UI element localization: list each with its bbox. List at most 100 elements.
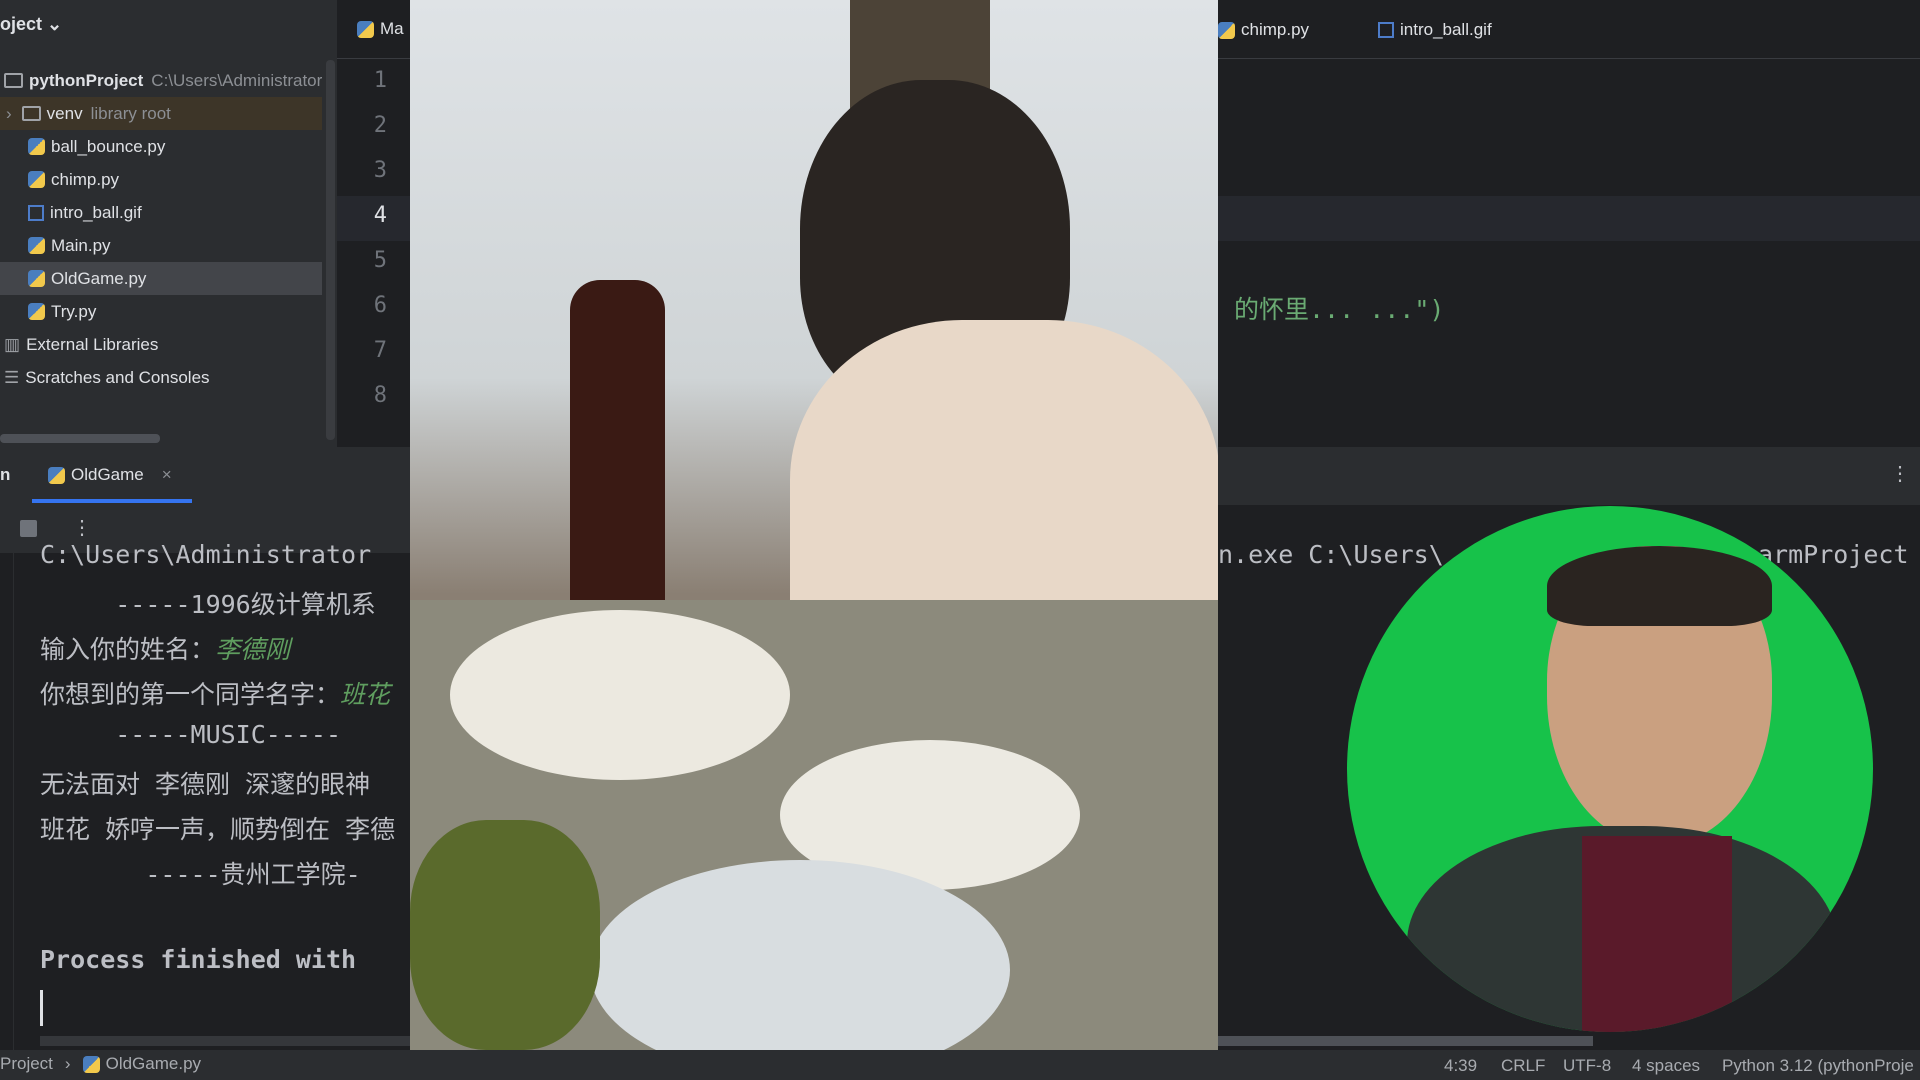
horizontal-scrollbar[interactable] — [0, 434, 160, 443]
line-number: 7 — [373, 338, 387, 363]
tab-label: OldGame — [71, 465, 144, 484]
python-file-icon — [28, 171, 45, 188]
current-line-highlight — [1218, 196, 1920, 241]
tab-intro-ball[interactable]: intro_ball.gif — [1378, 20, 1492, 40]
tree-item-main[interactable]: Main.py — [0, 229, 322, 262]
scratches-icon: ☰ — [4, 367, 20, 387]
indent-setting[interactable]: 4 spaces — [1632, 1056, 1700, 1076]
image-file-icon — [28, 204, 44, 221]
run-title: n — [0, 465, 11, 484]
line-gutter: 1 2 3 4 5 6 7 8 — [337, 59, 410, 447]
folder-icon — [21, 106, 41, 121]
item-label: Main.py — [51, 235, 111, 255]
chevron-right-icon: › — [64, 1054, 71, 1073]
item-label: External Libraries — [26, 334, 159, 354]
image-file-icon — [1378, 22, 1394, 38]
tab-main[interactable]: Ma — [337, 0, 410, 39]
tab-chimp[interactable]: chimp.py — [1218, 20, 1309, 40]
breadcrumb-item[interactable]: Project — [0, 1054, 53, 1074]
line-number: 3 — [373, 158, 387, 183]
line-separator[interactable]: CRLF — [1501, 1056, 1545, 1076]
python-file-icon — [48, 466, 65, 484]
console-line: -----MUSIC----- — [40, 720, 342, 749]
project-sidebar: oject ⌄ pythonProject C:\Users\Administra… — [0, 0, 337, 447]
active-tab-indicator — [32, 499, 192, 503]
photo-overlay — [410, 0, 1218, 1080]
item-label: chimp.py — [51, 169, 120, 189]
root-name: pythonProject — [29, 70, 144, 90]
tree-item-external-libraries[interactable]: ▥ External Libraries — [0, 328, 322, 361]
tab-label: Ma — [380, 19, 404, 38]
item-label: OldGame.py — [51, 268, 147, 288]
python-interpreter[interactable]: Python 3.12 (pythonProje — [1722, 1056, 1914, 1076]
project-view-title[interactable]: oject ⌄ — [0, 14, 62, 35]
python-file-icon — [28, 270, 45, 287]
status-bar: Project › OldGame.py 4:39 CRLF UTF-8 4 spa… — [0, 1050, 1920, 1080]
tree-root[interactable]: pythonProject C:\Users\Administrator — [0, 64, 322, 97]
console-line: 班花 娇哼一声，顺势倒在 李德 — [40, 815, 396, 844]
line-number: 2 — [373, 113, 387, 138]
console-line: 你想到的第一个同学名字：班花 — [40, 675, 410, 711]
console-scrollbar[interactable] — [1218, 1036, 1593, 1046]
close-icon[interactable]: × — [162, 465, 172, 485]
line-number: 8 — [373, 383, 387, 408]
user-input: 班花 — [340, 680, 391, 709]
python-file-icon — [82, 1055, 100, 1073]
tree-item-intro-ball[interactable]: intro_ball.gif — [0, 196, 322, 229]
console-line: 无法面对 李德刚 深邃的眼神 — [40, 770, 371, 799]
caret-position[interactable]: 4:39 — [1444, 1056, 1477, 1076]
plate-vegetables — [410, 820, 600, 1050]
console-line: armProject — [1758, 540, 1909, 569]
tree-item-chimp[interactable]: chimp.py — [0, 163, 322, 196]
prompt: 你想到的第一个同学名字： — [40, 680, 341, 709]
more-options-icon[interactable]: ⋮ — [1890, 461, 1910, 486]
item-label: intro_ball.gif — [50, 202, 142, 222]
plate-lotus — [590, 860, 1010, 1080]
item-label: venv — [46, 103, 83, 123]
tab-oldgame-run[interactable]: OldGame × — [48, 465, 172, 485]
tree-item-ball-bounce[interactable]: ball_bounce.py — [0, 130, 322, 163]
item-label: ball_bounce.py — [51, 136, 166, 156]
run-tool-header: n OldGame × — [0, 447, 410, 505]
console-line: -----贵州工学院- — [40, 860, 361, 889]
bowl — [450, 610, 790, 780]
cola-bottle — [570, 280, 665, 610]
python-file-icon — [357, 20, 374, 38]
item-label: Try.py — [51, 301, 97, 321]
python-file-icon — [1218, 21, 1235, 39]
file-encoding[interactable]: UTF-8 — [1563, 1056, 1611, 1076]
editor-tabs-right: chimp.py intro_ball.gif — [1218, 0, 1920, 59]
presenter-shirt — [1582, 836, 1732, 1032]
console-scrollbar[interactable] — [40, 1036, 410, 1046]
console-line: 输入你的姓名：李德刚 — [40, 630, 410, 666]
tree-item-oldgame[interactable]: OldGame.py — [0, 262, 322, 295]
tree-item-venv[interactable]: › venv library root — [0, 97, 322, 130]
code-line: 的怀里... ...") — [1234, 295, 1445, 324]
stop-icon[interactable] — [20, 520, 37, 537]
vertical-scrollbar[interactable] — [326, 60, 335, 440]
user-input: 李德刚 — [215, 635, 291, 664]
webcam-overlay — [1347, 506, 1873, 1032]
chevron-right-icon[interactable]: › — [6, 104, 12, 124]
folder-icon — [4, 73, 23, 88]
breadcrumb: Project › OldGame.py — [0, 1054, 201, 1074]
tree-item-scratches[interactable]: ☰ Scratches and Consoles — [0, 361, 322, 394]
root-path: C:\Users\Administrator — [151, 70, 322, 90]
python-file-icon — [28, 237, 45, 254]
line-number: 1 — [373, 68, 387, 93]
presenter-hair — [1547, 546, 1772, 626]
item-label: Scratches and Consoles — [25, 367, 210, 387]
console-line: n.exe C:\Users\ — [1218, 540, 1444, 569]
console-gutter — [0, 553, 14, 1065]
run-tool-header-right: ⋮ — [1218, 447, 1920, 505]
prompt: 输入你的姓名： — [40, 635, 216, 664]
console-line: C:\Users\Administrator — [40, 540, 372, 569]
line-number: 4 — [373, 203, 387, 228]
library-icon: ▥ — [4, 334, 21, 354]
tree-item-try[interactable]: Try.py — [0, 295, 322, 328]
python-file-icon — [28, 138, 45, 155]
console-line: Process finished with — [40, 945, 357, 974]
more-options-icon[interactable]: ⋮ — [72, 515, 92, 540]
breadcrumb-item[interactable]: OldGame.py — [106, 1054, 201, 1074]
line-number: 5 — [373, 248, 387, 273]
